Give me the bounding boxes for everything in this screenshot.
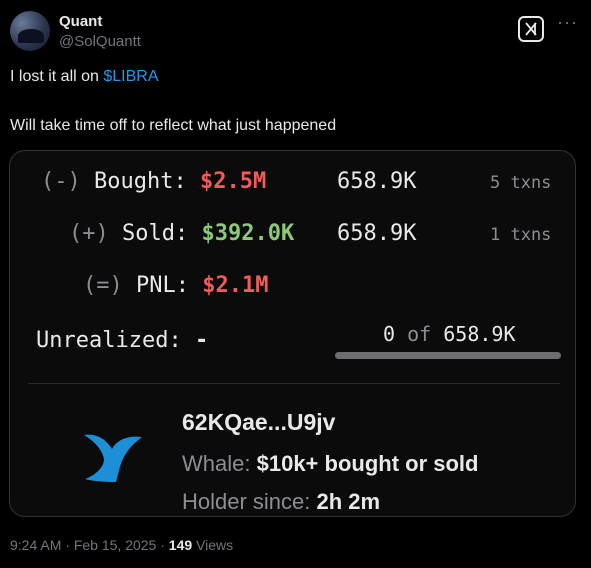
pnl-value: $2.1M: [202, 273, 269, 298]
cashtag-link[interactable]: $LIBRA: [103, 68, 158, 85]
sold-txns: 1 txns: [490, 225, 552, 245]
post-text-line2: Will take time off to reflect what just …: [10, 117, 337, 134]
holdings-progress-bar: [335, 352, 561, 359]
card-divider: [28, 383, 560, 384]
grok-icon[interactable]: [518, 16, 544, 42]
unrealized-row: Unrealized: -: [36, 328, 209, 353]
post-date[interactable]: Feb 15, 2025: [74, 537, 157, 553]
sold-row: (+) Sold: $392.0K: [69, 221, 295, 246]
post-text-line1: I lost it all on $LIBRA: [10, 68, 159, 85]
author-handle[interactable]: @SolQuantt: [59, 33, 141, 50]
avatar[interactable]: [10, 11, 50, 51]
bought-txns: 5 txns: [490, 173, 552, 193]
bought-value: $2.5M: [199, 169, 267, 194]
post-meta: 9:24 AM · Feb 15, 2025 · 149 Views: [10, 537, 234, 553]
more-icon[interactable]: ···: [557, 12, 578, 33]
views-label: Views: [196, 537, 234, 553]
unrealized-holdings: 0 of 658.9K: [383, 322, 516, 346]
post-time[interactable]: 9:24 AM: [10, 537, 61, 553]
sold-amount: 658.9K: [337, 221, 417, 246]
author-name[interactable]: Quant: [59, 13, 102, 30]
sold-value: $392.0K: [201, 221, 295, 246]
whale-line: Whale: $10k+ bought or sold: [182, 451, 479, 476]
bought-amount: 658.9K: [337, 169, 417, 194]
holder-line: Holder since: 2h 2m: [182, 489, 381, 514]
wallet-address[interactable]: 62KQae...U9jv: [182, 409, 335, 436]
views-count: 149: [168, 537, 193, 553]
pnl-row: (=) PNL: $2.1M: [83, 273, 269, 298]
bought-row: (-) Bought: $2.5M: [41, 169, 267, 194]
pnl-card[interactable]: (-) Bought: $2.5M 658.9K 5 txns (+) Sold…: [9, 150, 576, 517]
whale-tail-icon: [82, 431, 144, 487]
